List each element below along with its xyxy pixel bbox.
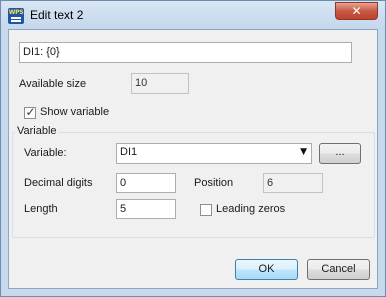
app-icon-bar <box>11 17 21 19</box>
length-input[interactable]: 5 <box>116 199 176 219</box>
title-bar[interactable]: WPS Edit text 2 ✕ <box>1 1 385 29</box>
leading-zeros-checkbox[interactable] <box>200 204 212 216</box>
edit-text-dialog: WPS Edit text 2 ✕ DI1: {0} Available siz… <box>0 0 386 297</box>
close-button[interactable]: ✕ <box>335 2 378 20</box>
available-size-field: 10 <box>131 73 189 94</box>
available-size-label: Available size <box>19 78 87 90</box>
text-input[interactable]: DI1: {0} <box>19 42 352 63</box>
browse-variable-button[interactable]: ... <box>319 143 361 164</box>
length-label: Length <box>24 203 58 215</box>
ok-button[interactable]: OK <box>235 259 298 280</box>
app-icon-bar <box>11 20 21 22</box>
decimal-digits-input[interactable]: 0 <box>116 173 176 193</box>
position-label: Position <box>194 177 234 189</box>
leading-zeros-label: Leading zeros <box>216 203 286 215</box>
position-field: 6 <box>263 173 323 193</box>
show-variable-checkbox[interactable]: ✓ <box>24 105 36 119</box>
variable-group-title: Variable <box>15 125 59 137</box>
dialog-title: Edit text 2 <box>30 8 84 22</box>
decimal-digits-label: Decimal digits <box>24 177 93 189</box>
checkmark-icon: ✓ <box>25 105 36 119</box>
close-icon: ✕ <box>351 4 362 18</box>
app-icon-text: WPS <box>8 9 24 16</box>
variable-dropdown-value: DI1 <box>120 146 138 158</box>
app-icon: WPS <box>8 8 24 24</box>
cancel-button[interactable]: Cancel <box>307 259 370 280</box>
variable-label: Variable: <box>24 147 67 159</box>
dialog-body: DI1: {0} Available size 10 ✓ Show variab… <box>8 29 378 289</box>
variable-dropdown[interactable]: DI1 ▼ <box>116 143 312 164</box>
chevron-down-icon: ▼ <box>300 147 307 157</box>
show-variable-label: Show variable <box>40 106 110 118</box>
